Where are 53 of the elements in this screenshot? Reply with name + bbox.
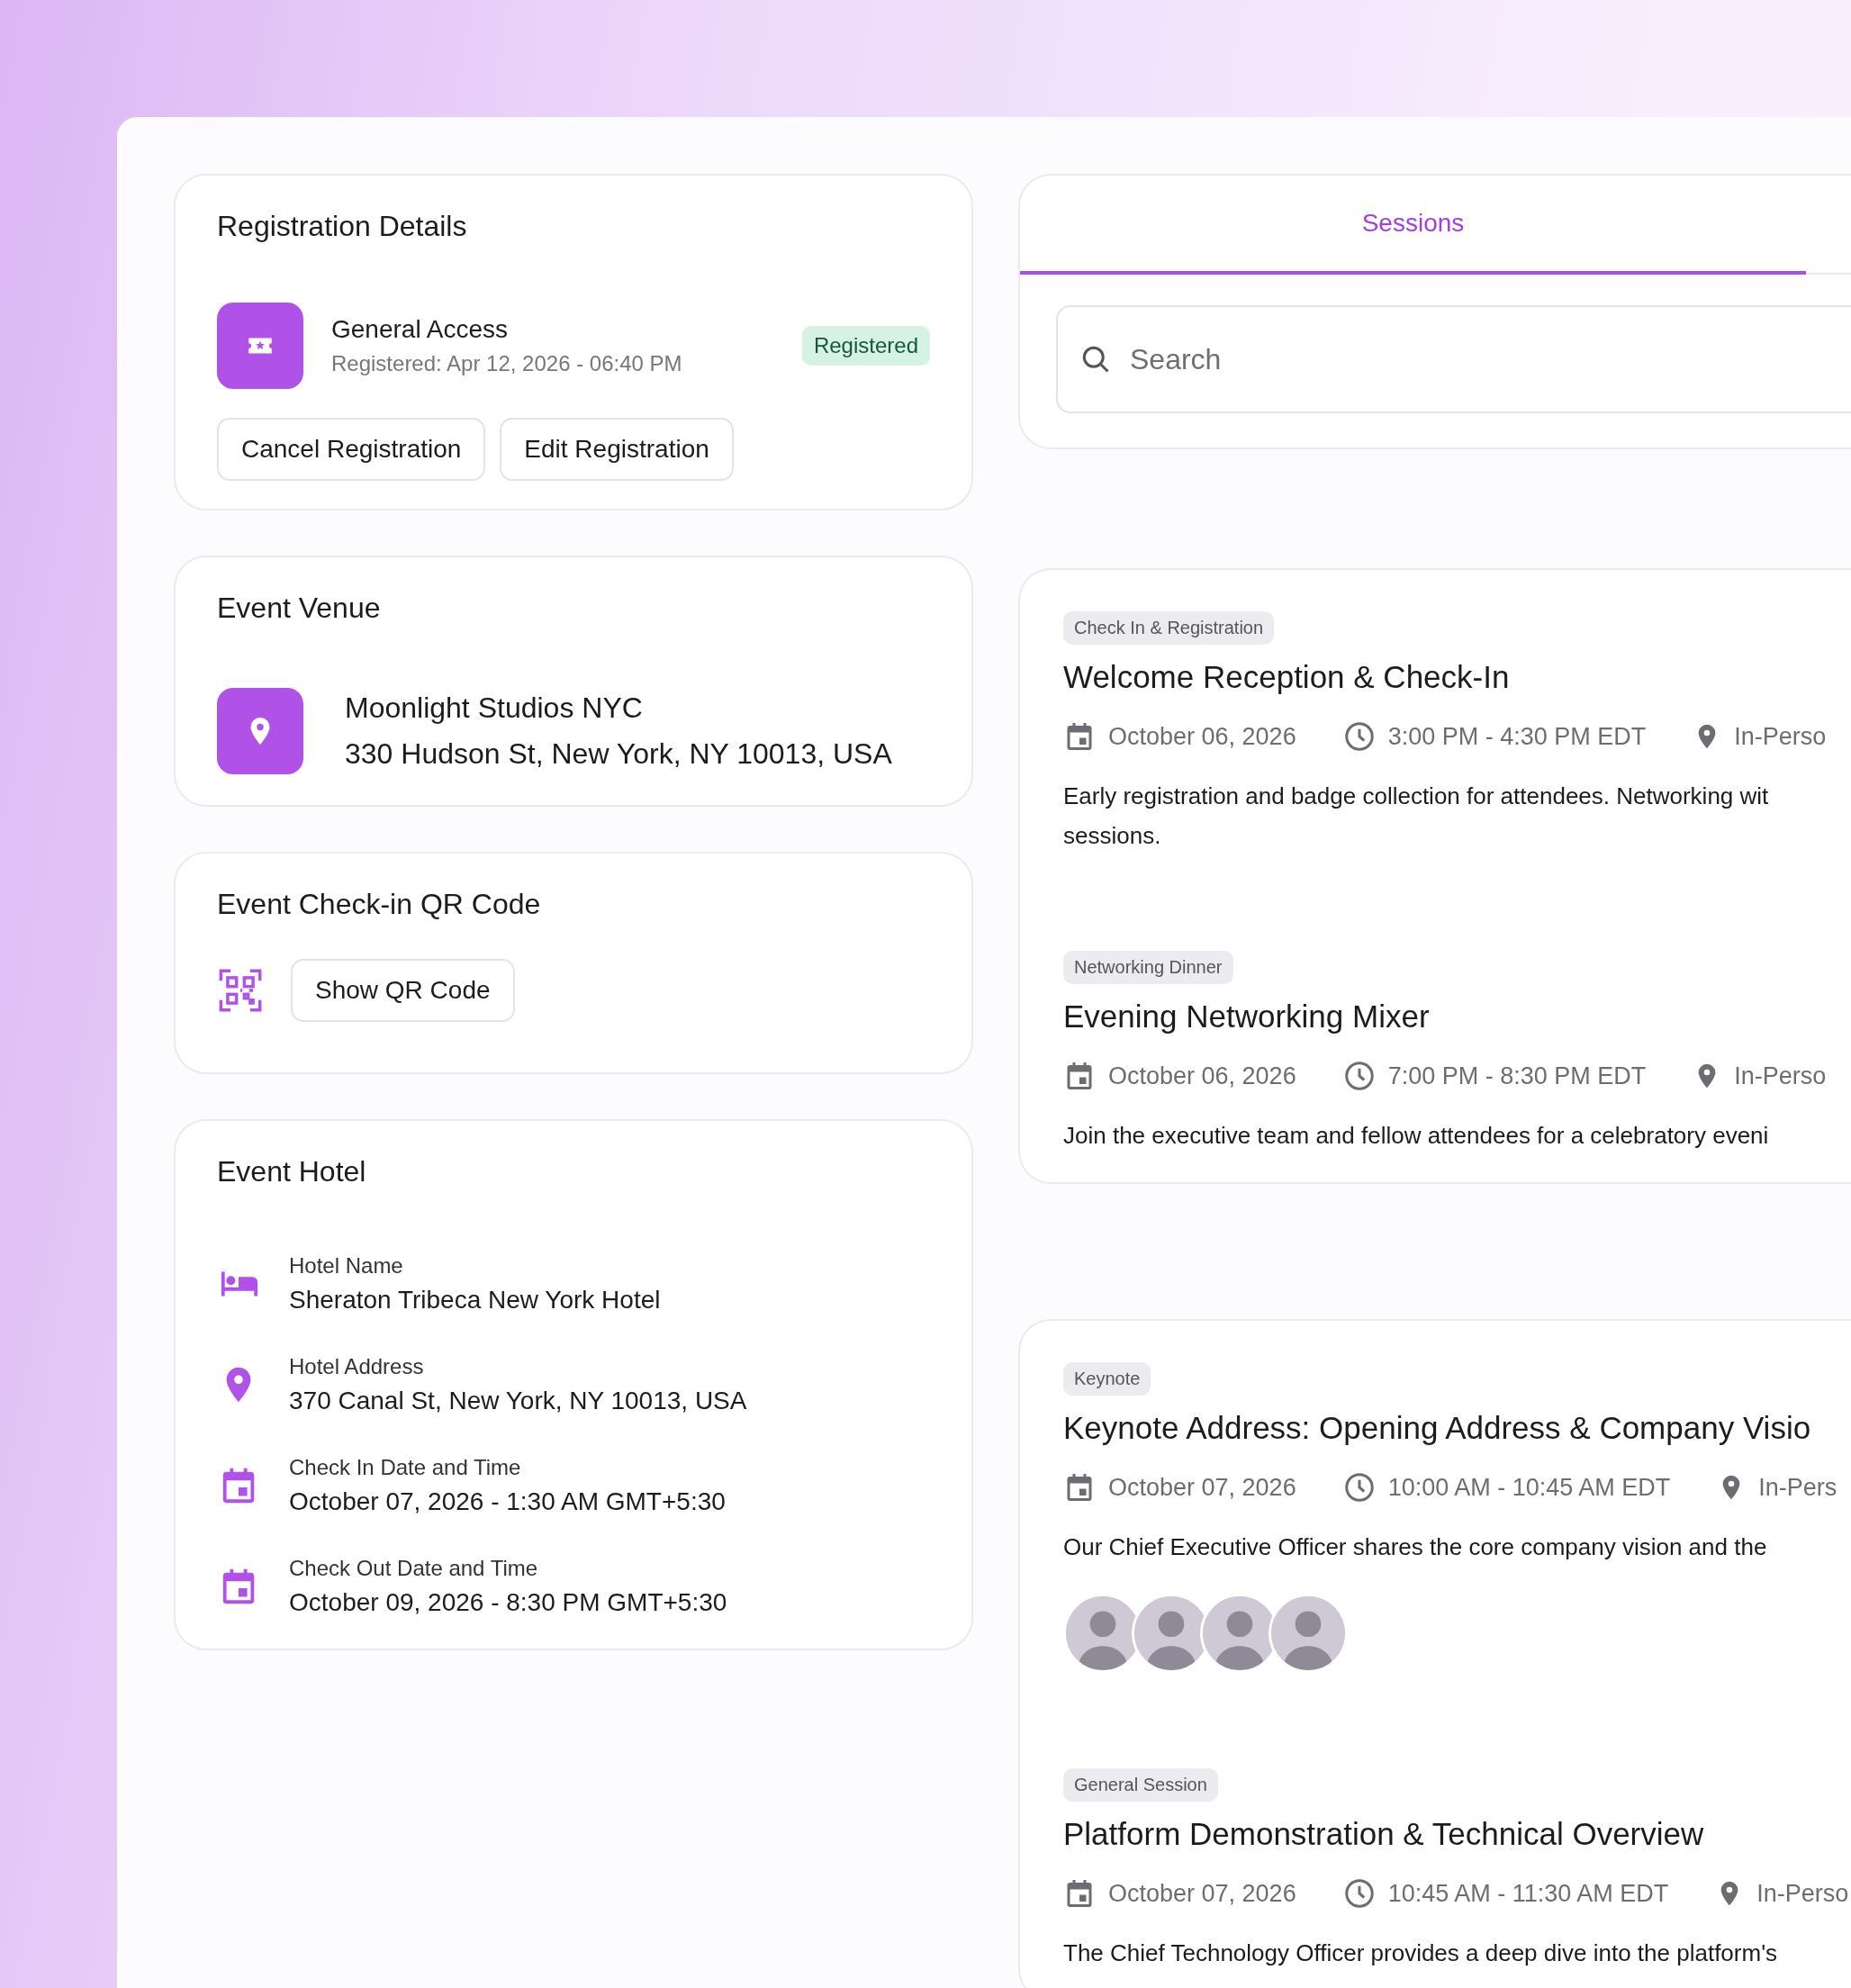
registration-date: Registered: Apr 12, 2026 - 06:40 PM [331, 351, 683, 376]
field-label: Check In Date and Time [289, 1455, 522, 1480]
card-title: Registration Details [217, 210, 468, 243]
session-location: In-Perso [1756, 1879, 1849, 1908]
venue-name: Moonlight Studios NYC [345, 691, 644, 725]
ticket-name: General Access [331, 315, 510, 344]
registration-button[interactable]: Edit Registration [500, 418, 734, 481]
field-label: Check Out Date and Time [289, 1556, 539, 1581]
session-date: October 06, 2026 [1108, 722, 1296, 751]
session-description: The Chief Technology Officer provides a deep dive into the platform's [1063, 1938, 1779, 1968]
clock-icon [1342, 720, 1376, 753]
map-pin-icon [217, 688, 303, 774]
venue-address: 330 Hudson St, New York, NY 10013, USA [345, 737, 892, 771]
field-label: Hotel Name [289, 1253, 404, 1279]
field-label: Hotel Address [289, 1354, 425, 1379]
registration-button[interactable]: Cancel Registration [217, 418, 486, 481]
session-location: In-Pers [1758, 1473, 1837, 1502]
clock-icon [1342, 1471, 1376, 1504]
status-badge: Registered [801, 326, 930, 366]
field-value: 370 Canal St, New York, NY 10013, USA [289, 1387, 747, 1415]
field-value: October 07, 2026 - 1:30 AM GMT+5:30 [289, 1487, 726, 1516]
search-field[interactable]: Search [1056, 305, 1851, 413]
session-location: In-Perso [1734, 722, 1827, 751]
session-description: Our Chief Executive Officer shares the core company vision and the [1063, 1532, 1768, 1562]
session-tag: General Session [1063, 1768, 1218, 1802]
sessions-tab[interactable]: Sessions [1020, 176, 1806, 275]
card-title: Event Hotel [217, 1155, 367, 1188]
session-tag: Keynote [1063, 1362, 1151, 1396]
session-title: Welcome Reception & Check-In [1063, 659, 1511, 695]
session-tag: Check In & Registration [1063, 611, 1275, 645]
clock-icon [1342, 1060, 1376, 1092]
session-time: 10:45 AM - 11:30 AM EDT [1387, 1879, 1669, 1908]
session-time: 10:00 AM - 10:45 AM EDT [1387, 1473, 1671, 1502]
field-value: October 09, 2026 - 8:30 PM GMT+5:30 [289, 1588, 727, 1617]
ticket-icon [217, 303, 303, 389]
session-date: October 07, 2026 [1108, 1473, 1296, 1502]
session-time: 3:00 PM - 4:30 PM EDT [1387, 722, 1647, 751]
session-time: 7:00 PM - 8:30 PM EDT [1387, 1062, 1647, 1090]
card-title: Event Venue [217, 592, 382, 625]
session-date: October 06, 2026 [1108, 1062, 1296, 1090]
clock-icon [1342, 1877, 1376, 1910]
session-location: In-Perso [1734, 1062, 1827, 1090]
session-description: Early registration and badge collection for attendees. Networking wit sessions. [1063, 782, 1770, 851]
field-value: Sheraton Tribeca New York Hotel [289, 1286, 661, 1315]
session-title: Keynote Address: Opening Address & Company Visio [1063, 1410, 1812, 1446]
session-title: Evening Networking Mixer [1063, 999, 1431, 1035]
show-qr-button[interactable]: Show QR Code [291, 959, 515, 1022]
session-date: October 07, 2026 [1108, 1879, 1296, 1908]
qr-code-icon [217, 967, 264, 1014]
session-title: Platform Demonstration & Technical Overview [1063, 1816, 1705, 1852]
session-tag: Networking Dinner [1063, 951, 1233, 984]
card-title: Event Check-in QR Code [217, 888, 542, 921]
session-description: Join the executive team and fellow attendees for a celebratory eveni [1063, 1121, 1770, 1151]
